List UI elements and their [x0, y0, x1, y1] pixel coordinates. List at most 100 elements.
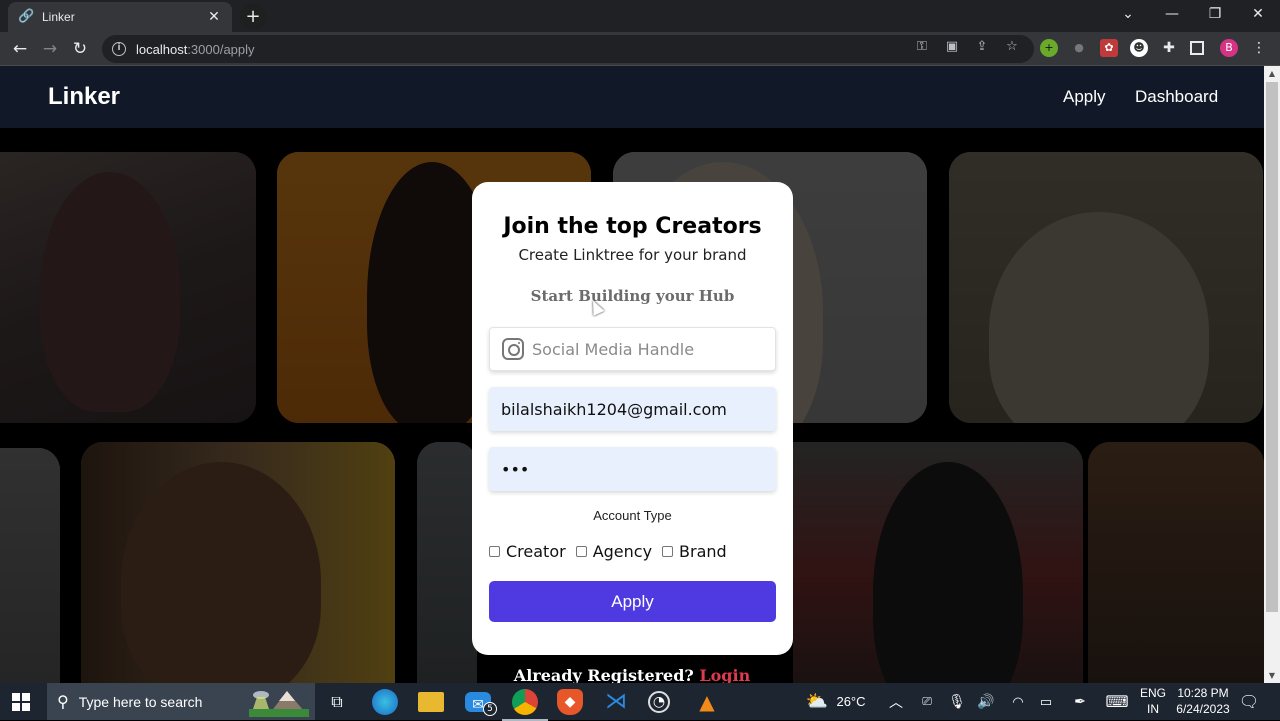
- clock-time: 10:28 PM: [1177, 686, 1229, 700]
- profile-avatar[interactable]: B: [1220, 39, 1238, 57]
- nav-link-dashboard[interactable]: Dashboard: [1135, 87, 1218, 107]
- social-handle-input[interactable]: [524, 328, 775, 370]
- already-registered-text: Already Registered?: [513, 666, 694, 683]
- brand-label: Brand: [679, 542, 727, 561]
- apply-submit-button[interactable]: Apply: [489, 581, 776, 622]
- link-icon: 🔗: [18, 9, 35, 24]
- agency-checkbox[interactable]: [575, 546, 587, 557]
- forward-button[interactable]: →: [38, 37, 62, 61]
- input-language-indicator[interactable]: ENG IN: [1138, 685, 1168, 717]
- vlc-player-icon[interactable]: ▲: [694, 689, 720, 715]
- side-panel-icon[interactable]: [1190, 41, 1204, 55]
- email-input[interactable]: [489, 387, 776, 431]
- nav-link-apply[interactable]: Apply: [1063, 87, 1106, 107]
- account-type-creator[interactable]: Creator: [489, 542, 566, 561]
- browser-toolbar: ← → ↻ i localhost:3000/apply ⚿ ▣ ⇪ ☆: [0, 32, 1280, 66]
- volume-icon[interactable]: 🔊: [976, 683, 996, 720]
- agency-label: Agency: [592, 542, 653, 561]
- url-text[interactable]: localhost:3000/apply: [136, 42, 255, 57]
- brand-logo[interactable]: Linker: [48, 83, 120, 111]
- site-info-icon[interactable]: i: [112, 42, 126, 56]
- scroll-up-arrow-icon[interactable]: ▲: [1264, 69, 1280, 78]
- instagram-icon: [502, 338, 524, 360]
- email-field[interactable]: [489, 387, 776, 431]
- account-type-brand[interactable]: Brand: [662, 542, 727, 561]
- brave-browser-icon[interactable]: ◆: [557, 689, 583, 715]
- new-tab-button[interactable]: +: [240, 4, 266, 30]
- share-icon[interactable]: ⇪: [974, 39, 990, 55]
- login-link[interactable]: Login: [699, 666, 750, 683]
- task-view-icon[interactable]: ⧉: [324, 689, 350, 715]
- pen-ink-icon[interactable]: ✒: [1070, 683, 1090, 720]
- password-key-icon[interactable]: ⚿: [914, 39, 930, 55]
- scrollbar-thumb[interactable]: [1266, 82, 1278, 612]
- translate-icon[interactable]: ▣: [944, 39, 960, 55]
- brand-checkbox[interactable]: [662, 546, 674, 557]
- creator-image-card: [793, 442, 1083, 683]
- mail-icon[interactable]: ✉ 5: [465, 692, 497, 716]
- search-icon: ⚲: [57, 692, 69, 711]
- show-hidden-icons-chevron-icon[interactable]: ︿: [888, 683, 904, 720]
- taskbar-search-box[interactable]: ⚲ Type here to search: [47, 683, 315, 720]
- creator-image-card: [81, 442, 395, 683]
- notification-center-icon[interactable]: 🗨: [1238, 683, 1260, 720]
- search-highlight-illustration-icon: [249, 691, 309, 717]
- form-subtitle: Create Linktree for your brand: [518, 246, 747, 264]
- extension-add-icon[interactable]: +: [1040, 39, 1058, 57]
- extension-avatar-icon[interactable]: ☻: [1130, 39, 1148, 57]
- apply-form-card: Join the top Creators Create Linktree fo…: [472, 182, 793, 655]
- extension-bug-icon[interactable]: ●: [1070, 39, 1088, 57]
- chrome-browser-icon[interactable]: [502, 689, 548, 721]
- touch-keyboard-icon[interactable]: ⌨: [1104, 683, 1130, 720]
- form-cta-heading: Start Building your Hub: [530, 287, 735, 305]
- browser-tab-bar: 🔗 Linker ✕ + ⌄ — ❐ ✕: [0, 0, 1280, 32]
- weather-temperature[interactable]: 26°C: [834, 683, 868, 720]
- creator-image-card: [1088, 442, 1264, 683]
- creator-image-card: [0, 152, 256, 423]
- extension-paw-icon[interactable]: ✿: [1100, 39, 1118, 57]
- weather-icon[interactable]: ⛅: [804, 683, 830, 720]
- windows-start-button[interactable]: [12, 693, 30, 711]
- edge-browser-icon[interactable]: [372, 689, 398, 715]
- account-type-label: Account Type: [593, 508, 672, 523]
- obs-studio-icon[interactable]: ◔: [648, 691, 670, 713]
- browser-tab[interactable]: 🔗 Linker ✕: [8, 2, 232, 32]
- address-bar[interactable]: i localhost:3000/apply: [102, 35, 1034, 63]
- browser-menu-icon[interactable]: ⋮: [1250, 39, 1268, 57]
- system-clock[interactable]: 10:28 PM 6/24/2023: [1172, 685, 1234, 717]
- account-type-options: Creator Agency Brand: [489, 542, 737, 561]
- creator-image-card: [949, 152, 1263, 423]
- tab-search-chevron-icon[interactable]: ⌄: [1106, 0, 1150, 30]
- creator-label: Creator: [506, 542, 566, 561]
- already-registered-prompt: Already Registered? Login: [0, 666, 1264, 683]
- page-viewport: Linker Apply Dashboard Join the top Crea…: [0, 66, 1264, 683]
- password-input[interactable]: [489, 447, 776, 491]
- vscode-icon[interactable]: ⋊: [603, 689, 629, 715]
- windows-taskbar: ⚲ Type here to search ⧉ ✉ 5 ◆ ⋊ ◔ ▲ ⛅ 26°…: [0, 683, 1280, 721]
- extensions-puzzle-icon[interactable]: ✚: [1160, 39, 1178, 57]
- file-explorer-icon[interactable]: [418, 692, 444, 712]
- account-type-agency[interactable]: Agency: [575, 542, 653, 561]
- close-window-button[interactable]: ✕: [1236, 0, 1280, 30]
- creator-image-card: [0, 448, 60, 683]
- site-navbar: Linker Apply Dashboard: [0, 66, 1264, 128]
- back-button[interactable]: ←: [8, 37, 32, 61]
- restore-button[interactable]: ❐: [1193, 0, 1237, 30]
- battery-icon[interactable]: ▭: [1036, 683, 1056, 720]
- bookmark-star-icon[interactable]: ☆: [1004, 39, 1020, 55]
- close-tab-icon[interactable]: ✕: [206, 9, 222, 25]
- microphone-icon[interactable]: 🎙: [948, 683, 966, 720]
- social-handle-field[interactable]: [489, 327, 776, 371]
- camera-icon[interactable]: ⎚: [918, 683, 936, 720]
- clock-date: 6/24/2023: [1176, 702, 1230, 716]
- creator-checkbox[interactable]: [489, 546, 500, 557]
- page-scrollbar[interactable]: ▲ ▼: [1264, 66, 1280, 683]
- form-title: Join the top Creators: [503, 214, 762, 239]
- wifi-icon[interactable]: ◠: [1008, 683, 1028, 720]
- taskbar-search-placeholder: Type here to search: [78, 693, 203, 710]
- scroll-down-arrow-icon[interactable]: ▼: [1264, 671, 1280, 680]
- reload-button[interactable]: ↻: [68, 37, 92, 61]
- password-field[interactable]: [489, 447, 776, 491]
- tab-title: Linker: [42, 10, 75, 24]
- minimize-button[interactable]: —: [1150, 0, 1194, 30]
